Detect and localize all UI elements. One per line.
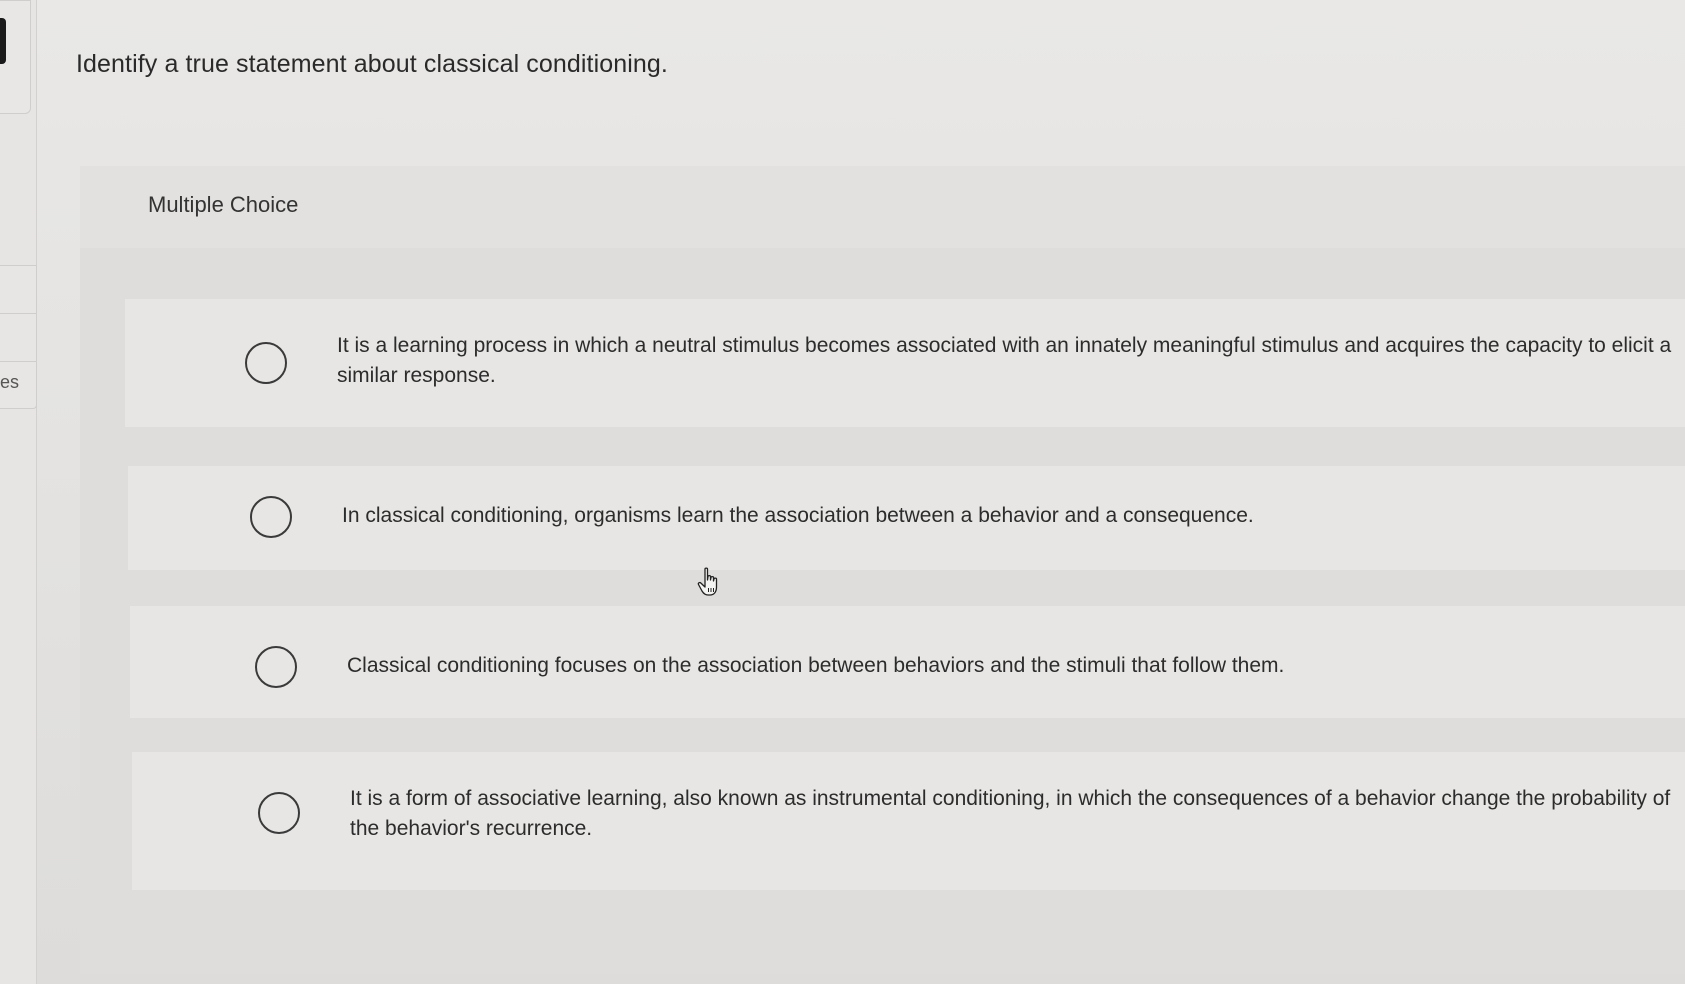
answer-option-text[interactable]: It is a learning process in which a neut…: [337, 331, 1677, 391]
answer-option[interactable]: It is a form of associative learning, al…: [132, 752, 1685, 890]
answer-option[interactable]: It is a learning process in which a neut…: [125, 299, 1685, 427]
radio-unselected-icon[interactable]: [258, 792, 300, 834]
hand-pointer-icon: [697, 567, 718, 596]
multiple-choice-panel: Multiple Choice It is a learning process…: [80, 166, 1685, 974]
question-text: Identify a true statement about classica…: [76, 50, 668, 78]
answer-option-text[interactable]: Classical conditioning focuses on the as…: [347, 651, 1677, 681]
answer-option-text[interactable]: In classical conditioning, organisms lea…: [342, 501, 1672, 531]
multiple-choice-header: Multiple Choice: [80, 166, 1685, 248]
radio-unselected-icon[interactable]: [250, 496, 292, 538]
rail-nav-item[interactable]: [0, 265, 37, 315]
multiple-choice-heading: Multiple Choice: [148, 192, 299, 217]
rail-nav-item[interactable]: [0, 313, 37, 363]
radio-unselected-icon[interactable]: [245, 342, 287, 384]
answer-option[interactable]: Classical conditioning focuses on the as…: [130, 606, 1685, 718]
radio-unselected-icon[interactable]: [255, 646, 297, 688]
answer-option-text[interactable]: It is a form of associative learning, al…: [350, 784, 1680, 844]
answer-option[interactable]: In classical conditioning, organisms lea…: [128, 466, 1685, 570]
page: es Identify a true statement about class…: [0, 0, 1685, 984]
rail-active-marker: [0, 18, 6, 64]
left-rail: es: [0, 0, 37, 984]
rail-tab-label[interactable]: es: [0, 372, 19, 393]
